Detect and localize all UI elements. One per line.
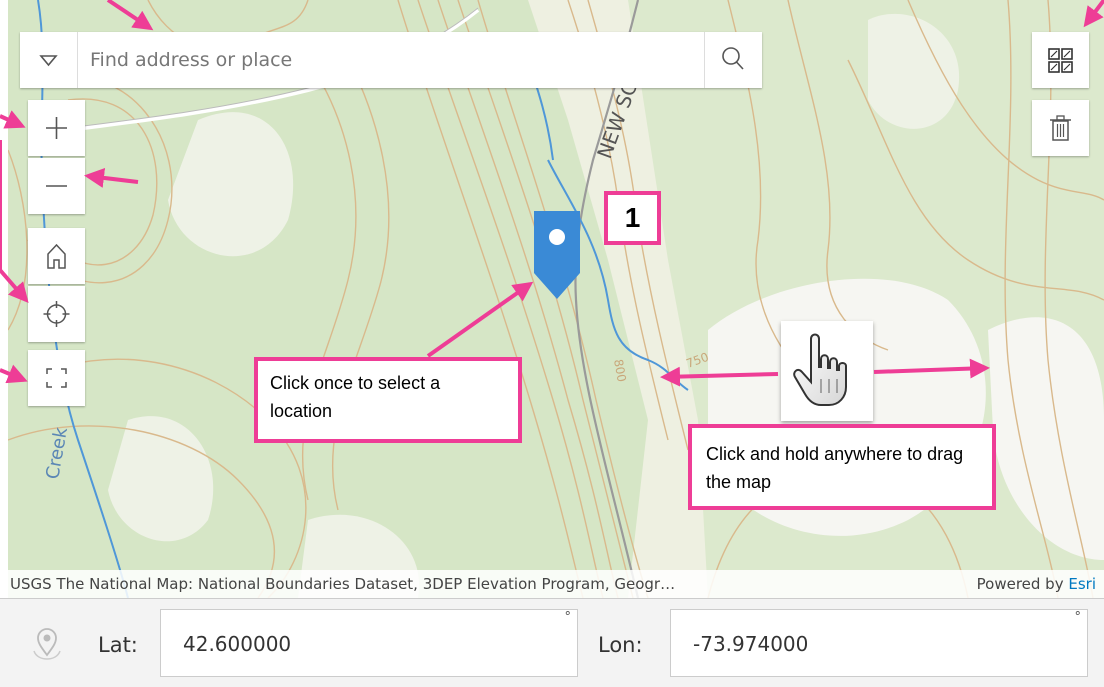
fullscreen-button[interactable] <box>28 350 85 406</box>
plus-icon <box>46 117 67 139</box>
step-number-badge: 1 <box>604 191 661 245</box>
map-pin-icon[interactable] <box>534 211 580 299</box>
zoom-in-button[interactable] <box>28 100 85 156</box>
chevron-down-icon <box>39 55 58 67</box>
esri-link[interactable]: Esri <box>1068 575 1096 593</box>
select-location-text: Click once to select a location <box>270 373 441 421</box>
zoom-out-button[interactable] <box>28 158 85 214</box>
powered-by-prefix: Powered by <box>976 575 1069 593</box>
home-button[interactable] <box>28 228 85 284</box>
hand-cursor-icon <box>793 333 847 406</box>
fullscreen-icon <box>46 368 67 388</box>
lon-value: -73.974000 <box>693 632 809 656</box>
coordinate-bar: Lat: 42.600000 ° Lon: -73.974000 ° <box>0 598 1104 687</box>
select-location-callout: Click once to select a location <box>254 357 522 443</box>
powered-by: Powered by Esri <box>977 570 1096 598</box>
trash-icon <box>1050 115 1071 141</box>
lat-degree: ° <box>564 610 572 625</box>
drag-map-text: Click and hold anywhere to drag the map <box>706 444 964 492</box>
lon-input[interactable]: -73.974000 ° <box>670 609 1088 677</box>
lat-value: 42.600000 <box>183 632 292 656</box>
search-bar <box>20 32 762 88</box>
lat-input[interactable]: 42.600000 ° <box>160 609 578 677</box>
locate-button[interactable] <box>28 286 85 342</box>
lon-label: Lon: <box>598 633 643 657</box>
map-attribution: USGS The National Map: National Boundari… <box>8 570 1104 598</box>
locate-pin-icon[interactable] <box>30 625 64 661</box>
drag-map-callout: Click and hold anywhere to drag the map <box>688 424 996 510</box>
attribution-text: USGS The National Map: National Boundari… <box>10 575 676 593</box>
lon-degree: ° <box>1074 610 1082 625</box>
lat-label: Lat: <box>98 633 138 657</box>
drag-hint-card <box>781 321 873 421</box>
search-source-toggle[interactable] <box>20 32 78 88</box>
home-icon <box>47 243 66 269</box>
delete-button[interactable] <box>1032 100 1089 156</box>
search-input[interactable] <box>78 32 688 88</box>
basemap-gallery-button[interactable] <box>1032 32 1089 88</box>
locate-icon <box>43 301 70 327</box>
road-label: NEW SC <box>592 78 642 162</box>
basemap-gallery-icon <box>1048 48 1073 73</box>
search-icon <box>722 47 744 70</box>
minus-icon <box>46 185 67 187</box>
search-button[interactable] <box>704 32 762 88</box>
